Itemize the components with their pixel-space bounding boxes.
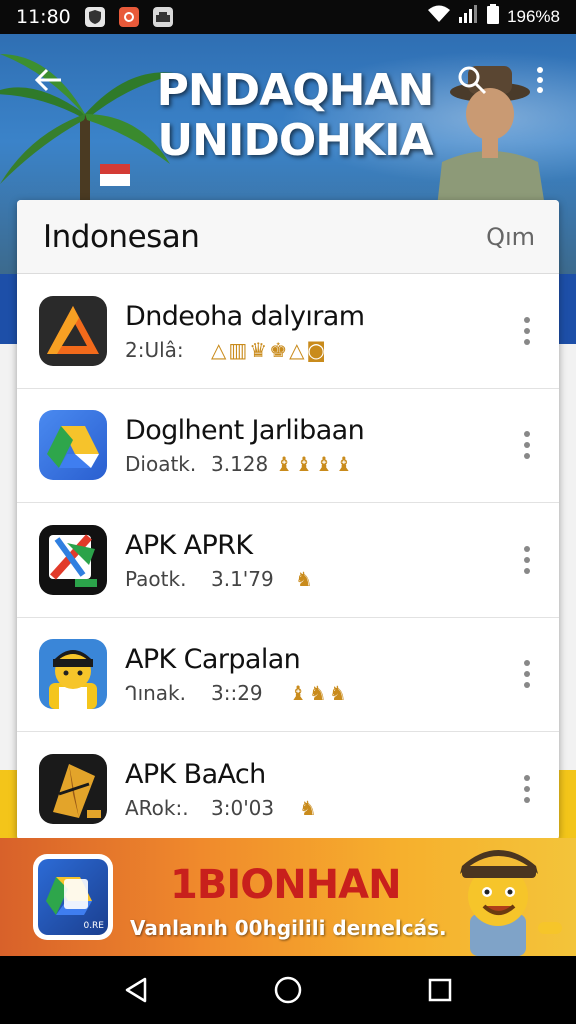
header-title: PNDAQHAN UNIDOHKIA: [150, 66, 440, 166]
battery-percent: 196%8: [507, 7, 560, 26]
app-developer: Dioatk.: [125, 452, 197, 477]
more-vert-icon: [537, 67, 543, 93]
back-button[interactable]: [28, 60, 68, 100]
app-size: 3:0'03: [211, 796, 275, 821]
card-title: Indonesan: [43, 218, 200, 255]
overflow-menu-button[interactable]: [522, 60, 558, 100]
wifi-icon: [427, 5, 451, 29]
app-developer: ARok:.: [125, 796, 189, 821]
app-size: 3.128: [211, 452, 269, 477]
nav-recents-button[interactable]: [416, 966, 464, 1014]
row-overflow-menu[interactable]: [515, 540, 539, 580]
nav-back-button[interactable]: [112, 966, 160, 1014]
app-rating-icons: ♞: [295, 566, 315, 591]
header-title-line2: UNIDOHKIA: [157, 115, 433, 166]
promo-subtitle: Vanlanıh 00hgilili deınelcás.: [130, 916, 447, 940]
dark-apk-icon: [39, 524, 107, 595]
app-list-item[interactable]: APK Carpalan ᒉınak. 3::29 ♝♞♞: [17, 618, 559, 732]
promo-banner[interactable]: 0.RE 1BIONHAN Vanlanıh 00hgilili deınelc…: [0, 838, 576, 956]
back-arrow-icon: [34, 68, 61, 92]
card-header: Indonesan Qım: [17, 200, 559, 274]
back-triangle-icon: [125, 977, 147, 1003]
home-circle-icon: [274, 976, 302, 1004]
app-rating-icons: ♝♝♝♝: [275, 452, 355, 477]
yellow-character-icon: [39, 639, 107, 710]
promo-title: 1BIONHAN: [170, 862, 402, 908]
row-overflow-menu[interactable]: [515, 769, 539, 809]
app-list-item[interactable]: Doglhent Jarlibaan Dioatk. 3.128 ♝♝♝♝: [17, 389, 559, 503]
card-action-link[interactable]: Qım: [486, 223, 535, 251]
app-developer: ᒉınak.: [125, 681, 186, 706]
app-notif-icon: [118, 7, 139, 27]
app-rating-icons: ♝♞♞: [289, 681, 349, 706]
status-time: 11:80: [16, 6, 71, 28]
blue-drive-icon: [39, 410, 107, 481]
search-button[interactable]: [452, 60, 492, 100]
app-rating-icons: △▥♛♚△◙: [211, 337, 328, 362]
row-overflow-menu[interactable]: [515, 311, 539, 351]
navigation-bar: [0, 956, 576, 1024]
app-list-card: Indonesan Qım Dndeoha dalyıram 2:Ulâ: △▥…: [17, 200, 559, 840]
row-overflow-menu[interactable]: [515, 425, 539, 465]
shield-notif-icon: [84, 7, 105, 27]
app-name: Doglhent Jarlibaan: [125, 415, 365, 447]
app-size: 3.1'79: [211, 566, 274, 591]
status-bar: 11:80 196%8: [0, 0, 576, 34]
app-size: 3::29: [211, 681, 263, 706]
app-name: Dndeoha dalyıram: [125, 300, 365, 332]
promo-icon-label: 0.RE: [83, 921, 104, 931]
app-rating-icons: ♞: [299, 796, 319, 821]
app-list-item[interactable]: APK APRK Paotk. 3.1'79 ♞: [17, 503, 559, 618]
app-name: APK BaAch: [125, 759, 266, 791]
signal-icon: [459, 5, 479, 29]
orange-triangle-icon: [39, 295, 107, 366]
battery-icon: [487, 4, 500, 30]
recents-square-icon: [428, 978, 452, 1002]
app-name: APK Carpalan: [125, 644, 301, 676]
image-notif-icon: [152, 7, 173, 27]
promo-app-icon: 0.RE: [33, 854, 113, 940]
app-list-item[interactable]: APK BaAch ARok:. 3:0'03 ♞: [17, 732, 559, 840]
app-list-item[interactable]: Dndeoha dalyıram 2:Ulâ: △▥♛♚△◙: [17, 274, 559, 389]
search-icon: [458, 66, 487, 95]
app-developer: 2:Ulâ:: [125, 337, 184, 362]
gold-wing-icon: [39, 754, 107, 825]
app-developer: Paotk.: [125, 566, 187, 591]
mascot-character-illustration: [460, 850, 562, 956]
header-title-line1: PNDAQHAN: [156, 65, 435, 116]
app-name: APK APRK: [125, 529, 253, 561]
row-overflow-menu[interactable]: [515, 654, 539, 694]
nav-home-button[interactable]: [264, 966, 312, 1014]
